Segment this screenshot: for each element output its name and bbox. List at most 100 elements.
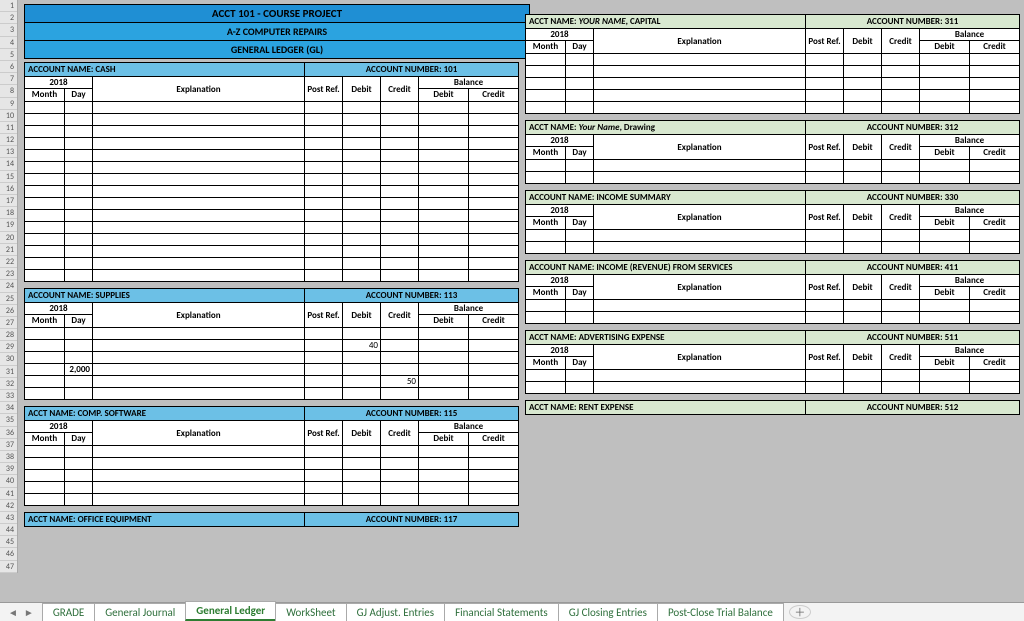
ledger-row[interactable] — [25, 149, 518, 161]
ledger-row[interactable] — [25, 351, 518, 363]
row-number[interactable]: 39 — [0, 463, 17, 475]
sheet-tab[interactable]: GRADE — [42, 603, 95, 621]
ledger-row[interactable] — [25, 387, 518, 399]
row-number[interactable]: 43 — [0, 512, 17, 524]
tab-nav-next-icon[interactable]: ► — [24, 606, 34, 619]
row-number[interactable]: 6 — [0, 61, 17, 73]
row-number[interactable]: 46 — [0, 548, 17, 560]
ledger-row[interactable] — [526, 299, 1019, 311]
row-number[interactable]: 44 — [0, 524, 17, 536]
ledger-row[interactable] — [25, 469, 518, 481]
ledger-row[interactable] — [25, 269, 518, 281]
row-number[interactable]: 7 — [0, 73, 17, 85]
row-number[interactable]: 20 — [0, 232, 17, 244]
account-number-header: ACCOUNT NUMBER: 113 — [305, 289, 518, 302]
ledger-row[interactable] — [526, 381, 1019, 393]
ledger-row[interactable] — [526, 77, 1019, 89]
row-number[interactable]: 12 — [0, 134, 17, 146]
row-number[interactable]: 5 — [0, 49, 17, 61]
row-number[interactable]: 3 — [0, 24, 17, 36]
row-number[interactable]: 26 — [0, 305, 17, 317]
row-number[interactable]: 41 — [0, 488, 17, 500]
sheet-tab[interactable]: Post-Close Trial Balance — [657, 603, 784, 621]
row-number[interactable]: 17 — [0, 195, 17, 207]
ledger-row[interactable] — [25, 493, 518, 505]
row-number[interactable]: 27 — [0, 317, 17, 329]
row-number[interactable]: 1 — [0, 0, 17, 12]
row-number[interactable]: 32 — [0, 378, 17, 390]
row-number[interactable]: 40 — [0, 475, 17, 487]
row-number[interactable]: 37 — [0, 439, 17, 451]
row-number[interactable]: 29 — [0, 341, 17, 353]
row-number[interactable]: 15 — [0, 171, 17, 183]
sheet-tab[interactable]: General Journal — [94, 603, 186, 621]
ledger-row[interactable] — [25, 113, 518, 125]
ledger-row[interactable] — [25, 457, 518, 469]
row-number[interactable]: 19 — [0, 219, 17, 231]
sheet-tab[interactable]: GJ Closing Entries — [558, 603, 658, 621]
ledger-row[interactable] — [25, 125, 518, 137]
sheet-tab[interactable]: GJ Adjust. Entries — [346, 603, 445, 621]
row-number[interactable]: 36 — [0, 427, 17, 439]
ledger-row[interactable]: 50 — [25, 375, 518, 387]
add-sheet-button[interactable]: ＋ — [789, 605, 811, 619]
row-number[interactable]: 47 — [0, 561, 17, 573]
ledger-row[interactable] — [25, 245, 518, 257]
row-number[interactable]: 24 — [0, 280, 17, 292]
row-number[interactable]: 34 — [0, 402, 17, 414]
row-number[interactable]: 9 — [0, 98, 17, 110]
ledger-row[interactable] — [526, 159, 1019, 171]
row-number[interactable]: 14 — [0, 158, 17, 170]
ledger-row[interactable] — [25, 445, 518, 457]
ledger-row[interactable] — [526, 89, 1019, 101]
ledger-row[interactable]: 2,000 — [25, 363, 518, 375]
ledger-row[interactable]: 40 — [25, 339, 518, 351]
ledger-column-header: 2018MonthDayExplanationPost Ref.DebitCre… — [526, 204, 1019, 229]
row-number[interactable]: 38 — [0, 451, 17, 463]
ledger-row[interactable] — [25, 185, 518, 197]
ledger-row[interactable] — [526, 311, 1019, 323]
sheet-tab[interactable]: Financial Statements — [444, 603, 559, 621]
ledger-row[interactable] — [25, 209, 518, 221]
row-number[interactable]: 8 — [0, 85, 17, 97]
ledger-row[interactable] — [526, 65, 1019, 77]
row-number[interactable]: 23 — [0, 268, 17, 280]
row-number[interactable]: 45 — [0, 536, 17, 548]
ledger-row[interactable] — [25, 221, 518, 233]
ledger-row[interactable] — [25, 257, 518, 269]
ledger-row[interactable] — [25, 137, 518, 149]
ledger-row[interactable] — [25, 197, 518, 209]
sheet-tab[interactable]: WorkSheet — [275, 603, 346, 621]
ledger-row[interactable] — [25, 101, 518, 113]
ledger-row[interactable] — [526, 101, 1019, 113]
row-number[interactable]: 21 — [0, 244, 17, 256]
row-number[interactable]: 16 — [0, 183, 17, 195]
tab-nav-prev-icon[interactable]: ◄ — [8, 606, 18, 619]
ledger-row[interactable] — [25, 327, 518, 339]
row-number[interactable]: 31 — [0, 366, 17, 378]
ledger-row[interactable] — [526, 229, 1019, 241]
row-number[interactable]: 18 — [0, 207, 17, 219]
ledger-row[interactable] — [526, 369, 1019, 381]
row-number[interactable]: 10 — [0, 110, 17, 122]
sheet-tab[interactable]: General Ledger — [185, 601, 276, 621]
row-number[interactable]: 42 — [0, 500, 17, 512]
ledger-row[interactable] — [25, 161, 518, 173]
ledger-row[interactable] — [526, 53, 1019, 65]
ledger-row[interactable] — [526, 241, 1019, 253]
row-number[interactable]: 2 — [0, 12, 17, 24]
ledger-row[interactable] — [25, 173, 518, 185]
row-number[interactable]: 13 — [0, 146, 17, 158]
row-number[interactable]: 33 — [0, 390, 17, 402]
row-number[interactable]: 25 — [0, 293, 17, 305]
row-number[interactable]: 28 — [0, 329, 17, 341]
ledger-row[interactable] — [526, 171, 1019, 183]
row-number[interactable]: 35 — [0, 414, 17, 426]
row-number[interactable]: 11 — [0, 122, 17, 134]
row-number[interactable]: 30 — [0, 353, 17, 365]
ledger-row[interactable] — [25, 233, 518, 245]
row-number[interactable]: 4 — [0, 37, 17, 49]
account-number-header: ACCOUNT NUMBER: 311 — [806, 15, 1019, 28]
row-number[interactable]: 22 — [0, 256, 17, 268]
ledger-row[interactable] — [25, 481, 518, 493]
